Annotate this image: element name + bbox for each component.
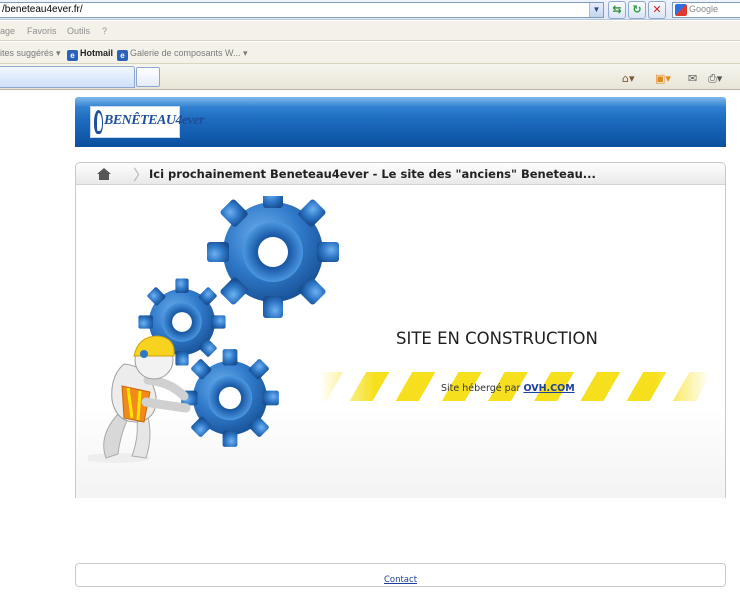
logo-mark-icon [94,110,103,134]
favorite-hotmail-label: Hotmail [80,48,114,58]
search-placeholder: Google [689,4,719,14]
menu-item-outils[interactable]: Outils [67,26,90,36]
tab-bar: ⌂▾ ▣▾ ✉ ⎙▾ [0,64,740,90]
home-icon[interactable] [97,168,111,180]
footer: Contact [75,563,726,587]
ie-icon: e [117,50,128,61]
new-tab-button[interactable] [136,67,160,87]
favorites-bar: ites suggérés ▾ e Hotmail e Galerie de com… [0,42,740,64]
refresh-icon[interactable]: ↻ [628,1,646,19]
address-url: /beneteau4ever.fr/ [2,4,83,15]
menu-item-favoris[interactable]: Favoris [27,26,57,36]
favorite-galerie-label: Galerie de composants W... ▾ [130,48,248,58]
page-title: Ici prochainement Beneteau4ever - Le sit… [149,167,596,181]
tab-current[interactable] [0,66,135,88]
address-input[interactable]: /beneteau4ever.fr/ ▼ [0,2,604,18]
mail-icon[interactable]: ✉ [688,72,697,85]
feeds-icon[interactable]: ▣▾ [655,72,671,85]
ovh-link[interactable]: OVH.COM [523,383,574,394]
contact-link[interactable]: Contact [76,575,725,585]
site-logo[interactable]: BENÊTEAU4ever [90,106,205,138]
menu-item-help[interactable]: ? [102,26,107,36]
hosted-by-label: Site hébergé par [441,383,521,394]
search-provider-icon [675,4,687,16]
menu-bar: age Favoris Outils ? [0,21,740,41]
address-dropdown-button[interactable]: ▼ [589,3,603,17]
chevron-right-icon: 〉 [133,166,149,184]
search-input[interactable]: Google [672,2,740,18]
address-bar-row: /beneteau4ever.fr/ ▼ ⇆ ↻ ✕ Google [0,0,740,20]
gear-icon [207,196,339,318]
menu-item-page[interactable]: age [0,26,15,36]
favorite-suggested-sites[interactable]: ites suggérés ▾ [0,48,61,59]
breadcrumb: 〉 Ici prochainement Beneteau4ever - Le s… [76,163,725,185]
worker-figure-icon [88,335,191,463]
logo-text: BENÊTEAU4ever [104,113,205,128]
site-header-banner: BENÊTEAU4ever [75,97,726,147]
print-icon[interactable]: ⎙▾ [708,72,722,86]
hosted-by-text: Site hébergé par OVH.COM [441,383,575,394]
favorite-hotmail[interactable]: e Hotmail [67,48,113,61]
favorite-galerie[interactable]: e Galerie de composants W... ▾ [117,48,248,61]
stop-icon[interactable]: ✕ [648,1,666,19]
home-icon[interactable]: ⌂▾ [622,72,635,85]
gear-icon [181,349,279,447]
compat-view-icon[interactable]: ⇆ [608,1,626,19]
construction-illustration [88,196,339,463]
construction-title: SITE EN CONSTRUCTION [396,329,598,348]
ie-icon: e [67,50,78,61]
